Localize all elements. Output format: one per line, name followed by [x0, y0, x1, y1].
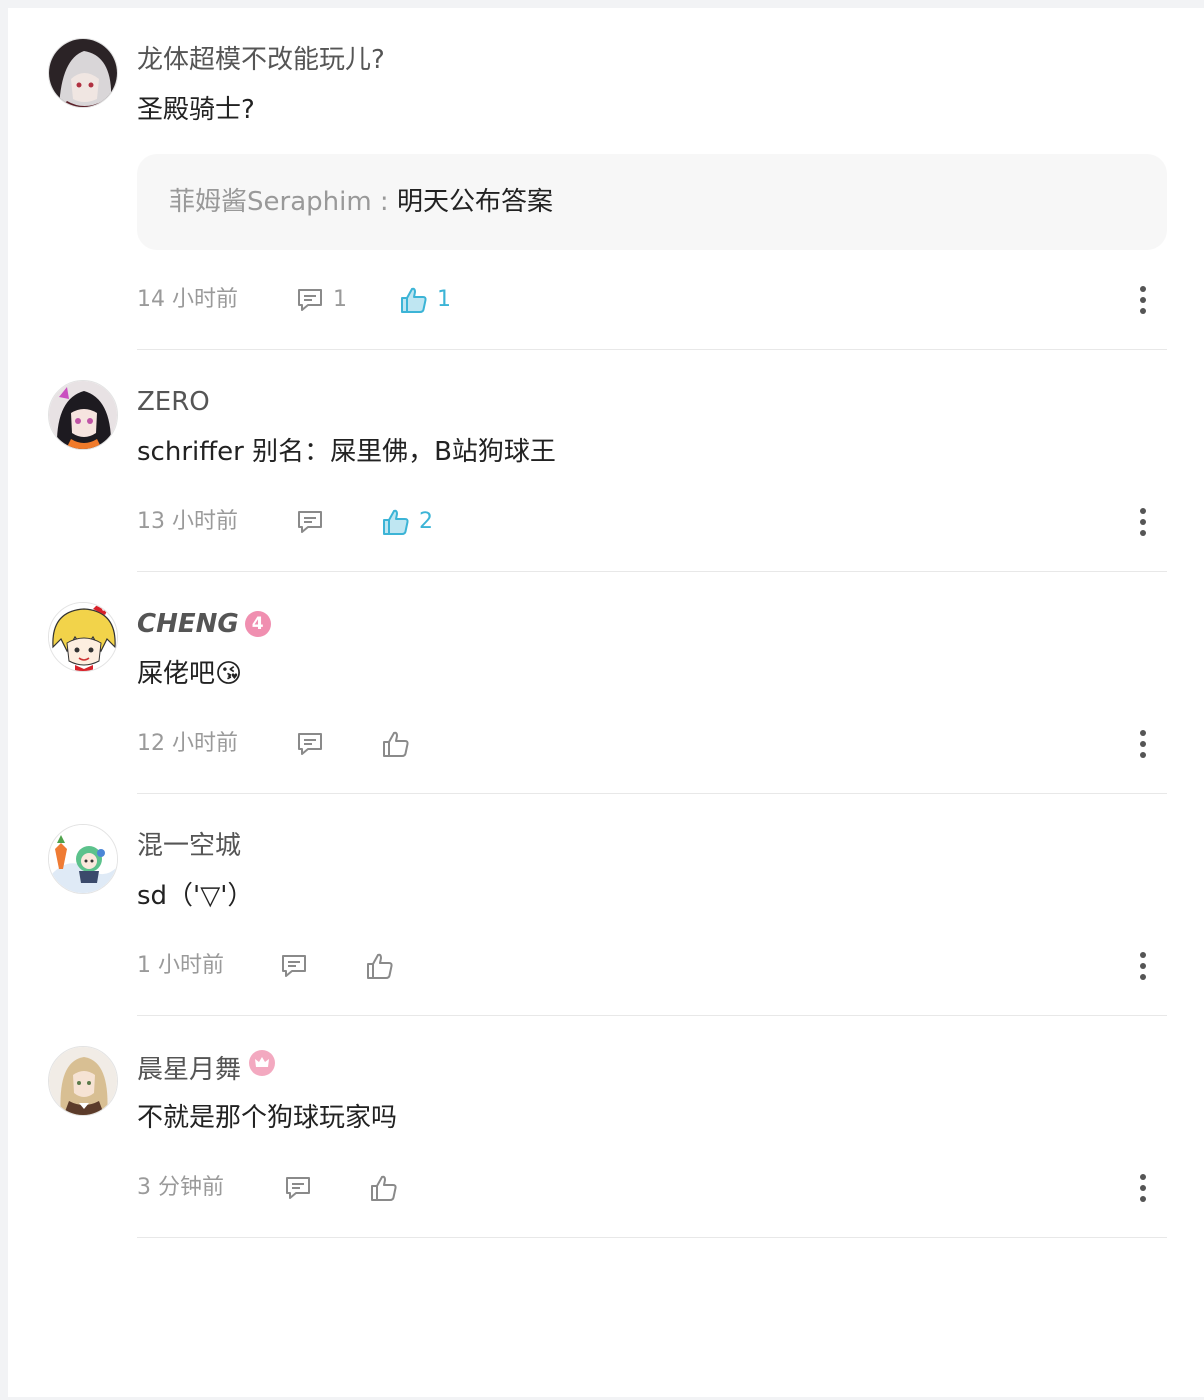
- comment-text: 不就是那个狗球玩家吗: [137, 1103, 398, 1133]
- more-dot-icon: [1140, 1185, 1146, 1191]
- more-dot-icon: [1140, 974, 1146, 980]
- thumbs-up-icon: [401, 287, 427, 313]
- comment-text: sd（'▽'）: [137, 881, 254, 911]
- comment-item: 晨星月舞 不就是那个狗球玩家吗 3 分钟前: [8, 1016, 1204, 1238]
- comment-text: schriffer 别名：屎里佛，B站狗球王: [137, 437, 556, 467]
- avatar-green-chibi: [49, 825, 117, 893]
- like-count: 2: [419, 509, 433, 534]
- more-options-button[interactable]: [1133, 726, 1153, 762]
- thumbs-up-icon: [383, 509, 409, 535]
- avatar[interactable]: [48, 380, 118, 450]
- reply-author[interactable]: 菲姆酱Seraphim: [169, 187, 372, 217]
- thumbs-up-icon: [367, 953, 393, 979]
- timestamp: 1 小时前: [137, 953, 224, 978]
- avatar-blonde-chibi: [49, 603, 117, 671]
- like-button[interactable]: [369, 1170, 399, 1206]
- avatar[interactable]: [48, 38, 118, 108]
- timestamp: 13 小时前: [137, 509, 238, 534]
- crown-icon: [249, 1050, 276, 1076]
- comment-list: 龙体超模不改能玩儿? 圣殿骑士? 菲姆酱Seraphim : 明天公布答案 14…: [8, 8, 1204, 1397]
- more-dot-icon: [1140, 741, 1146, 747]
- comment-meta: 1 小时前: [137, 948, 1167, 984]
- more-options-button[interactable]: [1133, 948, 1153, 984]
- avatar[interactable]: [48, 824, 118, 894]
- comment-icon: [282, 955, 306, 977]
- level-badge: 4: [244, 611, 271, 637]
- reply-separator: :: [371, 187, 397, 217]
- comment-icon: [298, 511, 322, 533]
- like-button[interactable]: 1: [399, 282, 451, 318]
- more-dot-icon: [1140, 508, 1146, 514]
- comment-icon: [298, 733, 322, 755]
- more-options-button[interactable]: [1133, 282, 1153, 318]
- more-dot-icon: [1140, 286, 1146, 292]
- more-options-button[interactable]: [1133, 504, 1153, 540]
- more-options-button[interactable]: [1133, 1170, 1153, 1206]
- thumbs-up-icon: [371, 1175, 397, 1201]
- username-text: 晨星月舞: [137, 1055, 242, 1085]
- username[interactable]: CHENG 4: [137, 606, 271, 642]
- comment-meta: 12 小时前: [137, 726, 1167, 762]
- more-dot-icon: [1140, 297, 1146, 303]
- comment-meta: 3 分钟前: [137, 1170, 1167, 1206]
- more-dot-icon: [1140, 1174, 1146, 1180]
- username[interactable]: 龙体超模不改能玩儿?: [137, 42, 385, 78]
- comment-text: 圣殿骑士?: [137, 95, 255, 125]
- more-dot-icon: [1140, 1196, 1146, 1202]
- reply-count: 1: [333, 287, 347, 312]
- comment-item: ZERO schriffer 别名：屎里佛，B站狗球王 13 小时前 2: [8, 350, 1204, 572]
- avatar[interactable]: [48, 1046, 118, 1116]
- more-dot-icon: [1140, 952, 1146, 958]
- comment-icon: [298, 289, 322, 311]
- avatar-blonde-maid: [49, 1047, 117, 1115]
- reply-button[interactable]: [283, 1170, 313, 1206]
- avatar-dark-hair-anime-girl: [49, 381, 117, 449]
- avatar-white-hair-character: [49, 39, 117, 107]
- username[interactable]: 混一空城: [137, 828, 241, 864]
- comment-meta: 13 小时前 2: [137, 504, 1167, 540]
- reply-text: 明天公布答案: [396, 187, 553, 217]
- thumbs-up-icon: [383, 731, 409, 757]
- more-dot-icon: [1140, 752, 1146, 758]
- avatar[interactable]: [48, 602, 118, 672]
- more-dot-icon: [1140, 530, 1146, 536]
- reply-button[interactable]: [295, 726, 325, 762]
- comment-item: 混一空城 sd（'▽'） 1 小时前: [8, 794, 1204, 1016]
- comment-text: 屎佬吧😘: [137, 659, 243, 689]
- comment-icon: [286, 1177, 310, 1199]
- username[interactable]: 晨星月舞: [137, 1050, 276, 1088]
- divider: [137, 1237, 1167, 1238]
- comment-meta: 14 小时前 1 1: [137, 282, 1167, 318]
- like-button[interactable]: [381, 726, 411, 762]
- reply-button[interactable]: [295, 504, 333, 540]
- comment-item: CHENG 4 屎佬吧😘 12 小时前: [8, 572, 1204, 794]
- like-button[interactable]: [365, 948, 395, 984]
- more-dot-icon: [1140, 519, 1146, 525]
- timestamp: 3 分钟前: [137, 1175, 224, 1200]
- timestamp: 12 小时前: [137, 731, 238, 756]
- like-count: 1: [437, 287, 451, 312]
- more-dot-icon: [1140, 730, 1146, 736]
- comment-item: 龙体超模不改能玩儿? 圣殿骑士? 菲姆酱Seraphim : 明天公布答案 14…: [8, 8, 1204, 350]
- username[interactable]: ZERO: [137, 384, 210, 420]
- like-button[interactable]: 2: [381, 504, 433, 540]
- reply-button[interactable]: [279, 948, 309, 984]
- username-text: CHENG: [137, 609, 239, 639]
- timestamp: 14 小时前: [137, 287, 238, 312]
- reply-button[interactable]: 1: [295, 282, 347, 318]
- reply-preview[interactable]: 菲姆酱Seraphim : 明天公布答案: [137, 154, 1167, 250]
- more-dot-icon: [1140, 308, 1146, 314]
- more-dot-icon: [1140, 963, 1146, 969]
